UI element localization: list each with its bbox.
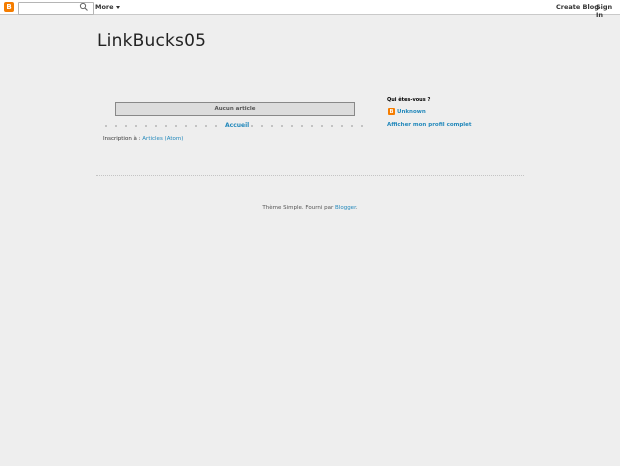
more-label: More (95, 3, 114, 11)
pager-divider-left (101, 124, 219, 128)
atom-feed-link[interactable]: Articles (Atom) (142, 136, 183, 142)
footer-divider (96, 175, 524, 176)
subscribe-line: Inscription à : Articles (Atom) (103, 136, 183, 142)
full-profile-link[interactable]: Afficher mon profil complet (387, 122, 472, 128)
blogger-logo-letter: B (6, 3, 12, 11)
blog-title[interactable]: LinkBucks05 (97, 31, 206, 51)
blogger-link[interactable]: Blogger (335, 205, 356, 211)
more-menu-button[interactable]: More (95, 3, 120, 11)
sign-in-link[interactable]: Sign In (596, 3, 620, 19)
about-me-heading: Qui êtes-vous ? (387, 97, 431, 103)
search-icon[interactable] (79, 2, 89, 12)
home-link[interactable]: Accueil (225, 122, 249, 129)
create-blog-link[interactable]: Create Blog (556, 3, 599, 11)
subscribe-prefix: Inscription à : (103, 136, 143, 142)
blogger-logo-icon[interactable]: B (4, 2, 14, 12)
chevron-down-icon (115, 5, 120, 9)
blogger-navbar: B More Create Blog Sign In (0, 0, 620, 19)
no-posts-message: Aucun article (115, 102, 355, 116)
blogger-profile-icon: B (388, 108, 395, 115)
footer-attribution: Thème Simple. Fourni par Blogger. (0, 205, 620, 211)
footer-suffix: . (355, 205, 358, 211)
pager-divider-right (247, 124, 367, 128)
profile-name-link[interactable]: Unknown (397, 109, 426, 115)
footer-text: Thème Simple. Fourni par (262, 205, 336, 211)
